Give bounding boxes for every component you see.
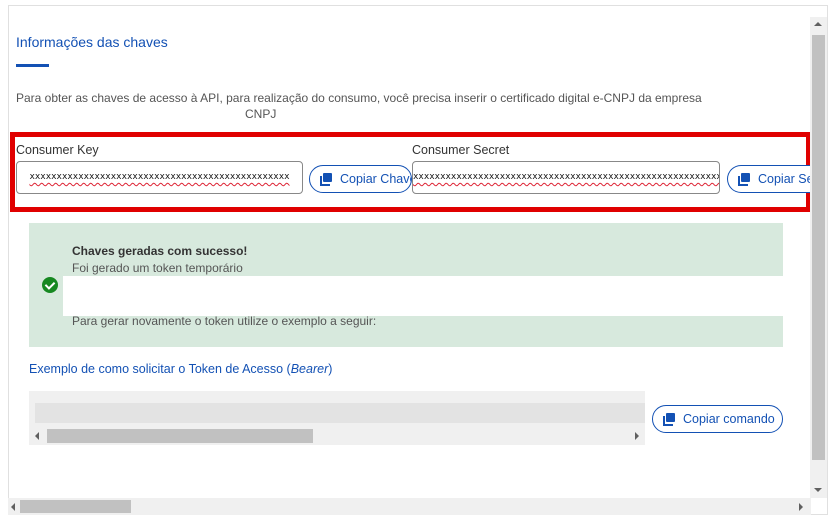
- check-circle-icon: [42, 277, 58, 293]
- consumer-secret-value: xxxxxxxxxxxxxxxxxxxxxxxxxxxxxxxxxxxxxxxx…: [413, 172, 720, 182]
- consumer-secret-field[interactable]: xxxxxxxxxxxxxxxxxxxxxxxxxxxxxxxxxxxxxxxx…: [412, 161, 720, 194]
- example-title: Exemplo de como solicitar o Token de Ace…: [29, 362, 332, 376]
- consumer-key-field[interactable]: xxxxxxxxxxxxxxxxxxxxxxxxxxxxxxxxxxxxxxxx…: [16, 161, 303, 194]
- copy-command-label: Copiar comando: [683, 412, 775, 426]
- section-title: Informações das chaves: [16, 34, 168, 50]
- alert-title: Chaves geradas com sucesso!: [72, 244, 248, 258]
- code-scroll-right-icon[interactable]: [635, 432, 639, 440]
- intro-line-1: Para obter as chaves de acesso à API, pa…: [16, 91, 702, 105]
- vertical-scrollbar[interactable]: [810, 17, 827, 498]
- code-scroll-left-icon[interactable]: [35, 432, 39, 440]
- vertical-scrollbar-thumb[interactable]: [812, 35, 825, 460]
- consumer-secret-label: Consumer Secret: [412, 143, 510, 157]
- alert-text-2: Para gerar novamente o token utilize o e…: [72, 314, 377, 328]
- horizontal-scrollbar-thumb[interactable]: [20, 500, 131, 513]
- copy-key-label: Copiar Chave: [340, 172, 412, 186]
- copy-secret-label: Copiar Se: [758, 172, 810, 186]
- scroll-left-icon[interactable]: [11, 503, 15, 511]
- example-title-prefix: Exemplo de como solicitar o Token de Ace…: [29, 362, 291, 376]
- token-display-area: [63, 276, 783, 316]
- intro-line-2: CNPJ: [245, 107, 277, 121]
- copy-secret-button[interactable]: Copiar Se: [727, 165, 810, 193]
- title-underline: [16, 64, 49, 67]
- consumer-key-value: xxxxxxxxxxxxxxxxxxxxxxxxxxxxxxxxxxxxxxxx…: [29, 172, 290, 182]
- code-scrollbar-thumb[interactable]: [47, 429, 313, 443]
- scroll-right-icon[interactable]: [799, 503, 803, 511]
- code-horizontal-scrollbar[interactable]: [31, 428, 645, 444]
- alert-text: Foi gerado um token temporário: [72, 261, 243, 275]
- copy-icon: [738, 173, 750, 186]
- copy-icon: [663, 413, 675, 426]
- example-title-em: Bearer: [290, 362, 329, 376]
- horizontal-scrollbar[interactable]: [8, 498, 811, 515]
- example-title-suffix: ): [328, 362, 333, 376]
- copy-key-button[interactable]: Copiar Chave: [309, 165, 412, 193]
- copy-icon: [320, 173, 332, 186]
- copy-command-button[interactable]: Copiar comando: [652, 405, 783, 433]
- code-line: [35, 403, 645, 423]
- scroll-up-icon[interactable]: [814, 22, 822, 26]
- consumer-key-label: Consumer Key: [16, 143, 99, 157]
- scroll-down-icon[interactable]: [814, 488, 822, 492]
- intro-text: Para obter as chaves de acesso à API, pa…: [16, 90, 716, 122]
